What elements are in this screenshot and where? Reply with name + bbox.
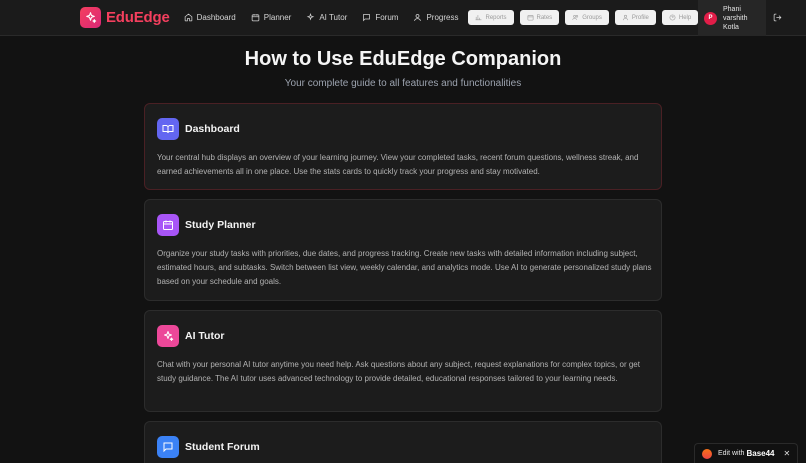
brand-name: EduEdge [106, 9, 170, 26]
card-header: Student Forum [157, 436, 260, 458]
card-description: Your central hub displays an overview of… [157, 153, 639, 176]
nav-link-progress[interactable]: Progress [408, 7, 463, 29]
avatar: P [704, 11, 717, 25]
nav-link-forum[interactable]: Forum [357, 7, 403, 29]
card-description: Chat with your personal AI tutor anytime… [157, 360, 640, 383]
badge-text: Edit with [718, 450, 745, 457]
nav-link-label: Progress [426, 13, 459, 22]
home-icon [184, 13, 192, 22]
base44-logo-icon [702, 448, 712, 459]
card-header: Study Planner [157, 214, 256, 236]
nav-pill-groups[interactable]: Groups [565, 10, 609, 25]
user-menu[interactable]: P Phani varshith Kotla [698, 0, 766, 36]
nav-pill-label: Help [678, 14, 692, 21]
card-description: Organize your study tasks with prioritie… [157, 249, 652, 286]
calendar-icon [527, 15, 533, 21]
nav-link-label: Forum [375, 13, 399, 22]
nav-pill-help[interactable]: Help [661, 10, 699, 25]
nav-link-dashboard[interactable]: Dashboard [179, 7, 241, 29]
nav-pill-label: Rates [536, 14, 553, 21]
nav-pill-reports[interactable]: Reports [468, 10, 514, 25]
card-title: Dashboard [185, 123, 240, 135]
brand[interactable]: EduEdge [80, 7, 170, 28]
users-icon [572, 15, 579, 20]
logout-icon[interactable] [773, 13, 782, 22]
user-icon [414, 14, 422, 21]
nav-pill-label: Profile [631, 14, 649, 21]
chart-icon [476, 15, 482, 21]
help-icon [669, 14, 676, 21]
card-title: AI Tutor [185, 330, 225, 342]
nav-pills: Reports Rates Groups Profile Help [468, 10, 704, 25]
feature-card-dashboard: Dashboard Your central hub displays an o… [144, 103, 662, 190]
nav-link-planner[interactable]: Planner [246, 7, 297, 29]
user-icon [622, 14, 628, 21]
sparkles-icon [80, 7, 101, 28]
card-title: Study Planner [185, 219, 256, 231]
nav-link-label: Planner [263, 13, 292, 22]
sparkles-icon [307, 13, 315, 21]
nav-links: Dashboard Planner AI Tutor Forum Progres… [179, 7, 469, 29]
card-header: AI Tutor [157, 325, 224, 347]
card-title: Student Forum [185, 441, 260, 453]
page-subtitle: Your complete guide to all features and … [284, 78, 522, 89]
feature-card-study-planner: Study Planner Organize your study tasks … [144, 199, 662, 301]
nav-pill-profile[interactable]: Profile [614, 10, 656, 25]
sparkles-icon [157, 325, 179, 347]
card-header: Dashboard [157, 118, 240, 140]
user-name: Phani varshith Kotla [723, 5, 748, 31]
nav-link-label: AI Tutor [319, 13, 348, 22]
nav-link-label: Dashboard [196, 13, 236, 22]
nav-pill-label: Groups [582, 14, 602, 21]
feature-card-student-forum: Student Forum [144, 421, 662, 463]
page-title: How to Use EduEdge Companion [244, 48, 562, 70]
nav-pill-rates[interactable]: Rates [519, 10, 560, 25]
close-icon[interactable]: ✕ [784, 449, 791, 458]
book-open-icon [157, 118, 179, 140]
nav-pill-label: Reports [485, 14, 507, 21]
calendar-icon [157, 214, 179, 236]
badge-brand: Base44 [746, 449, 775, 458]
top-navbar: EduEdge Dashboard Planner AI Tutor Forum… [0, 0, 806, 36]
base44-edit-badge[interactable]: Edit with Base44 ✕ [694, 443, 798, 463]
feature-card-ai-tutor: AI Tutor Chat with your personal AI tuto… [144, 310, 662, 412]
message-icon [363, 14, 371, 22]
nav-link-ai-tutor[interactable]: AI Tutor [301, 7, 352, 29]
message-square-icon [157, 436, 179, 458]
calendar-icon [251, 14, 259, 22]
